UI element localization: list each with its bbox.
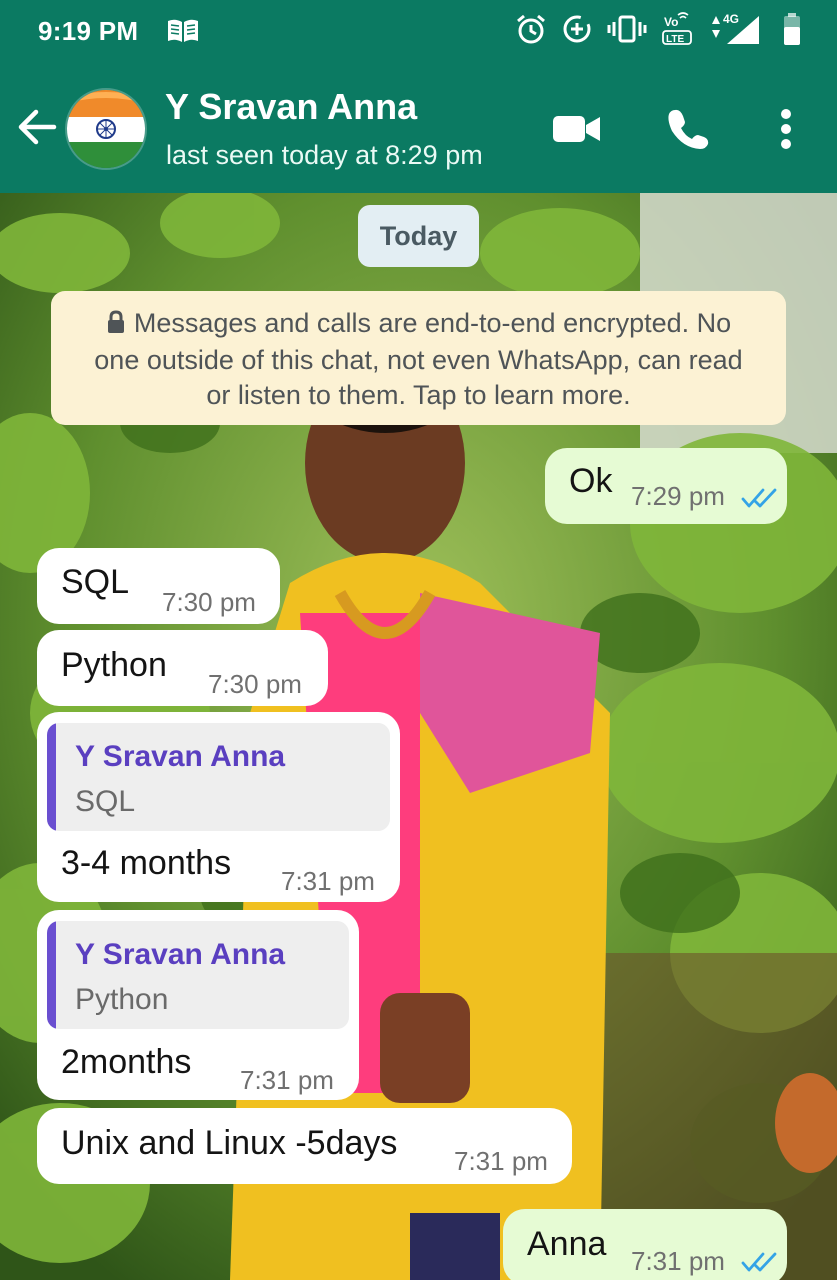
message-bubble-outgoing[interactable]: Ok 7:29 pm bbox=[545, 448, 787, 524]
chat-area[interactable]: Today Messages and calls are end-to-end … bbox=[0, 193, 837, 1280]
message-bubble-incoming[interactable]: Y Sravan Anna Python 2months 7:31 pm bbox=[37, 910, 359, 1100]
battery-icon bbox=[783, 12, 801, 46]
message-time: 7:30 pm bbox=[162, 587, 256, 617]
status-icons: Vo LTE 4G bbox=[515, 12, 801, 46]
quoted-message[interactable]: Y Sravan Anna SQL bbox=[47, 723, 390, 831]
status-bar: 9:19 PM Vo LTE 4G bbox=[0, 0, 837, 64]
data-saver-icon bbox=[561, 13, 593, 45]
last-seen[interactable]: last seen today at 8:29 pm bbox=[166, 140, 483, 171]
back-arrow-icon[interactable] bbox=[16, 106, 58, 148]
message-bubble-outgoing[interactable]: Anna 7:31 pm bbox=[503, 1209, 787, 1280]
read-ticks-icon bbox=[741, 487, 779, 514]
quote-text: Python bbox=[75, 983, 169, 1016]
encryption-text: Messages and calls are end-to-end encryp… bbox=[94, 308, 743, 410]
read-ticks-icon bbox=[741, 1251, 779, 1278]
more-options-icon[interactable] bbox=[758, 104, 814, 154]
message-bubble-incoming[interactable]: SQL 7:30 pm bbox=[37, 548, 280, 624]
quote-text: SQL bbox=[75, 785, 136, 818]
quoted-message[interactable]: Y Sravan Anna Python bbox=[47, 921, 349, 1029]
message-time: 7:31 pm bbox=[454, 1146, 548, 1176]
message-time: 7:31 pm bbox=[631, 1246, 725, 1276]
message-text: Anna bbox=[527, 1225, 607, 1263]
svg-text:Vo: Vo bbox=[664, 15, 678, 29]
lock-icon bbox=[106, 308, 126, 343]
svg-text:LTE: LTE bbox=[666, 34, 684, 45]
message-text: Ok bbox=[569, 462, 613, 500]
message-time: 7:31 pm bbox=[281, 866, 375, 896]
top-bar: 9:19 PM Vo LTE 4G Y Sravan Anna last see… bbox=[0, 0, 837, 193]
quote-author: Y Sravan Anna bbox=[75, 938, 286, 971]
encryption-notice[interactable]: Messages and calls are end-to-end encryp… bbox=[51, 291, 786, 425]
chat-header: Y Sravan Anna last seen today at 8:29 pm bbox=[0, 64, 837, 193]
contact-name[interactable]: Y Sravan Anna bbox=[165, 86, 417, 128]
quote-bar bbox=[47, 723, 56, 831]
quote-bar bbox=[47, 921, 56, 1029]
message-time: 7:31 pm bbox=[240, 1065, 334, 1095]
message-text: 2months bbox=[61, 1043, 192, 1081]
message-bubble-incoming[interactable]: Python 7:30 pm bbox=[37, 630, 328, 706]
vibrate-icon bbox=[607, 13, 647, 45]
voice-call-icon[interactable] bbox=[660, 104, 716, 154]
message-text: 3-4 months bbox=[61, 844, 232, 882]
message-text: Unix and Linux -5days bbox=[61, 1124, 398, 1162]
video-call-icon[interactable] bbox=[549, 104, 605, 154]
message-text: Python bbox=[61, 646, 167, 684]
message-time: 7:29 pm bbox=[631, 481, 725, 511]
avatar[interactable] bbox=[65, 88, 147, 170]
volte-icon: Vo LTE bbox=[661, 12, 695, 46]
signal-icon: 4G bbox=[709, 12, 769, 46]
quote-author: Y Sravan Anna bbox=[75, 740, 286, 773]
date-chip: Today bbox=[358, 205, 479, 267]
message-time: 7:30 pm bbox=[208, 669, 302, 699]
message-text: SQL bbox=[61, 563, 130, 601]
message-bubble-incoming[interactable]: Y Sravan Anna SQL 3-4 months 7:31 pm bbox=[37, 712, 400, 902]
svg-text:4G: 4G bbox=[723, 12, 739, 26]
book-icon bbox=[166, 18, 200, 44]
alarm-icon bbox=[515, 13, 547, 45]
status-time: 9:19 PM bbox=[38, 16, 139, 46]
message-bubble-incoming[interactable]: Unix and Linux -5days 7:31 pm bbox=[37, 1108, 572, 1184]
